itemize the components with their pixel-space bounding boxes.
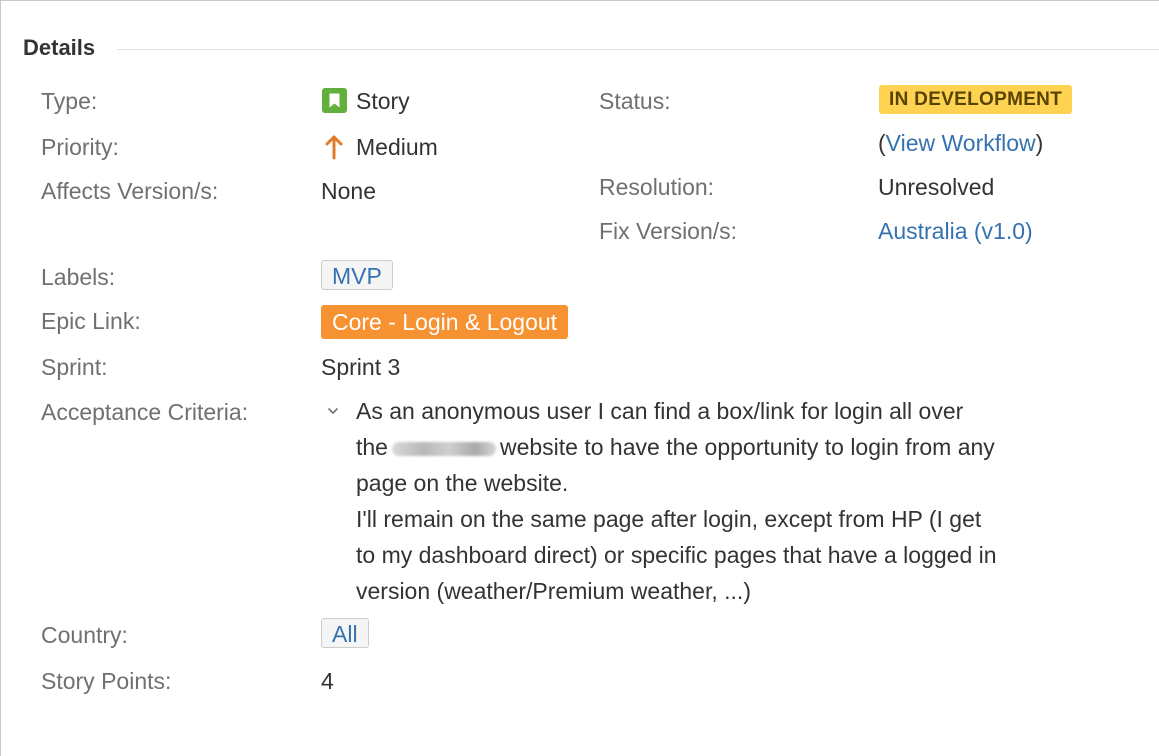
epic-link-badge[interactable]: Core - Login & Logout bbox=[321, 305, 569, 339]
status-badge: IN DEVELOPMENT bbox=[879, 85, 1073, 114]
criteria-line-2-end: website to have the opportunity to login… bbox=[499, 434, 995, 460]
status-label: Status: bbox=[599, 88, 671, 114]
priority-label: Priority: bbox=[41, 134, 119, 160]
redacted-text bbox=[391, 441, 496, 456]
priority-value: Medium bbox=[356, 134, 438, 160]
epic-link-label: Epic Link: bbox=[41, 308, 141, 334]
fix-version-link[interactable]: Australia (v1.0) bbox=[878, 218, 1033, 245]
resolution-label: Resolution: bbox=[599, 174, 715, 200]
workflow-open-paren: ( bbox=[878, 130, 886, 156]
country-label: Country: bbox=[41, 622, 128, 648]
workflow-close-paren: ) bbox=[1035, 130, 1044, 156]
acceptance-criteria-label: Acceptance Criteria: bbox=[41, 399, 249, 425]
view-workflow-link[interactable]: View Workflow bbox=[886, 130, 1036, 156]
affects-versions-label: Affects Version/s: bbox=[41, 178, 219, 204]
section-divider bbox=[117, 49, 1159, 50]
story-icon bbox=[322, 88, 347, 113]
acceptance-criteria-text: As an anonymous user I can find a box/li… bbox=[356, 393, 1116, 609]
section-title: Details bbox=[23, 35, 96, 60]
criteria-line-3: page on the website. bbox=[356, 470, 569, 496]
story-points-value: 4 bbox=[321, 668, 334, 694]
country-tag-all[interactable]: All bbox=[321, 618, 369, 648]
criteria-line-6: version (weather/Premium weather, ...) bbox=[356, 578, 751, 604]
criteria-line-4: I'll remain on the same page after login… bbox=[356, 506, 982, 532]
story-points-label: Story Points: bbox=[41, 668, 172, 694]
criteria-line-1: As an anonymous user I can find a box/li… bbox=[356, 398, 964, 424]
sprint-value: Sprint 3 bbox=[321, 354, 401, 380]
criteria-line-2: the website to have the opportunity to lo… bbox=[356, 429, 1116, 465]
criteria-line-2-start: the bbox=[356, 434, 388, 460]
chevron-down-icon[interactable] bbox=[325, 403, 341, 419]
type-label: Type: bbox=[41, 88, 98, 114]
labels-label: Labels: bbox=[41, 264, 116, 290]
workflow-wrapper: (View Workflow) bbox=[878, 130, 1043, 157]
sprint-label: Sprint: bbox=[41, 354, 108, 380]
resolution-value: Unresolved bbox=[878, 174, 995, 200]
affects-versions-value: None bbox=[321, 178, 376, 204]
arrow-up-icon bbox=[322, 134, 346, 160]
type-value: Story bbox=[356, 88, 410, 114]
label-tag-mvp[interactable]: MVP bbox=[321, 260, 393, 290]
fix-versions-label: Fix Version/s: bbox=[599, 218, 738, 244]
details-panel: Details Type: Story Priority: Medium Aff… bbox=[0, 0, 1159, 756]
criteria-line-5: to my dashboard direct) or specific page… bbox=[356, 542, 997, 568]
